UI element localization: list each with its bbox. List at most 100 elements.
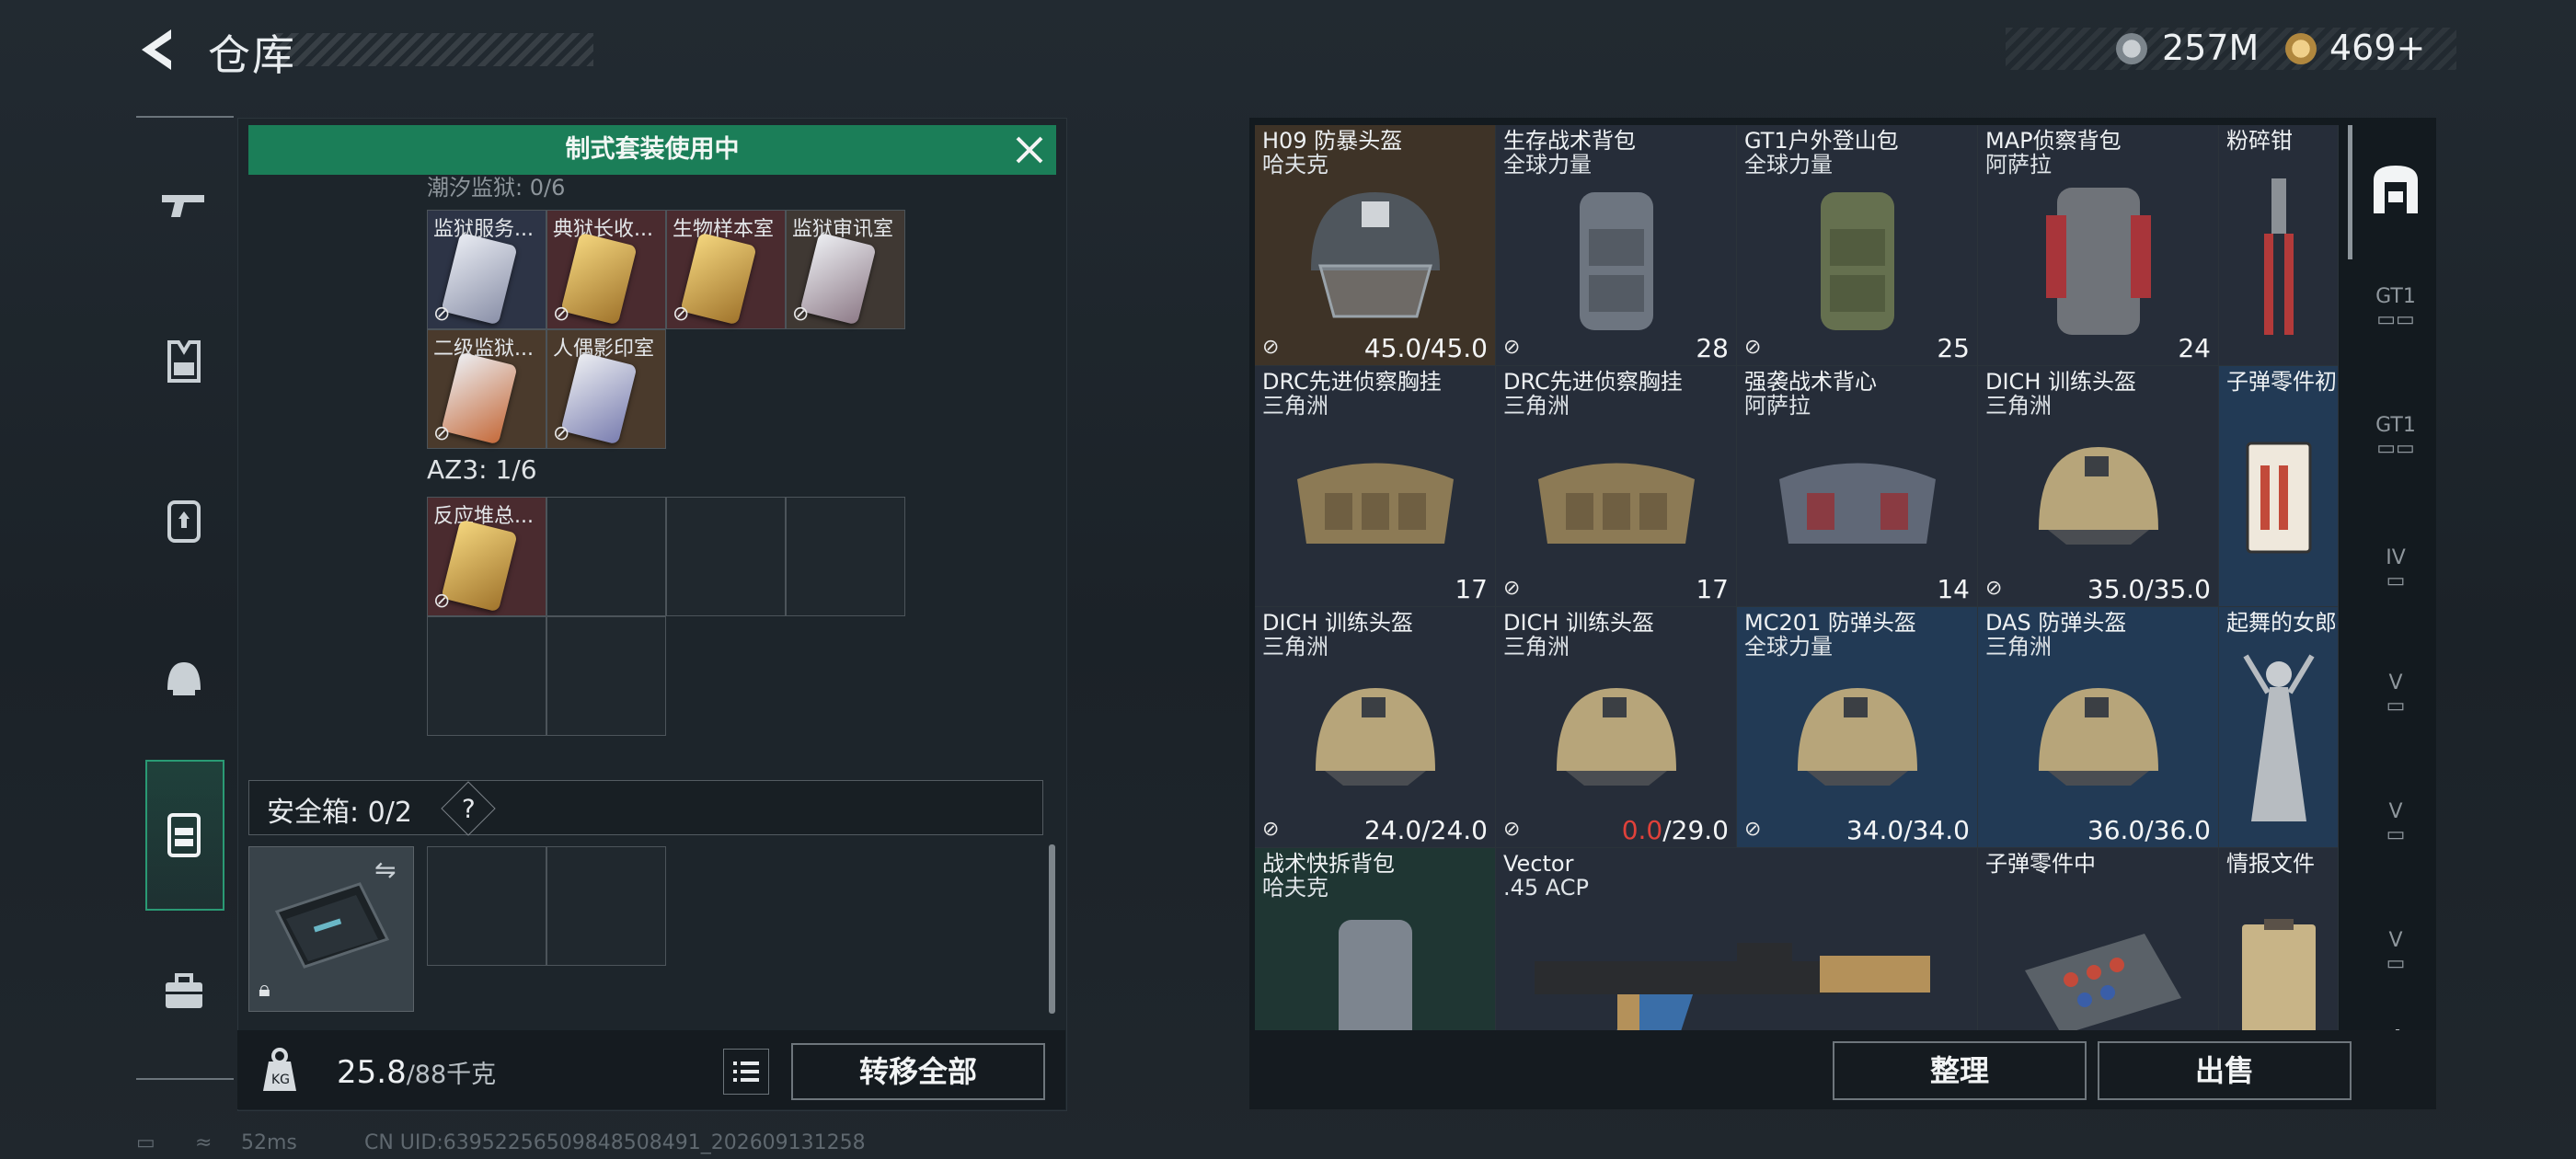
backpack-icon	[167, 500, 201, 543]
nav-divider	[136, 116, 234, 118]
inventory-item[interactable]: DICH 训练头盔 三角洲 0.0/29.0 ⊘	[1496, 607, 1737, 848]
key-card-slot[interactable]: 监狱审讯室 ⊘	[786, 210, 905, 329]
inventory-item[interactable]: DICH 训练头盔 三角洲 35.0/35.0 ⊘	[1978, 366, 2219, 607]
transfer-all-button[interactable]: 转移全部	[791, 1043, 1045, 1100]
no-insure-icon: ⊘	[1503, 577, 1521, 600]
item-value-text: 14	[1937, 574, 1970, 604]
item-image	[2020, 670, 2177, 811]
safe-slot-empty[interactable]	[427, 846, 546, 966]
nav-container[interactable]	[156, 806, 212, 861]
title-decoration	[276, 33, 593, 66]
inventory-item[interactable]: MAP侦察背包 阿萨拉 24	[1978, 125, 2219, 366]
nav-weapons[interactable]	[156, 177, 212, 232]
side-tab-gt1-icon[interactable]: GT1 ▭▭	[2361, 285, 2431, 340]
no-insure-icon: ⊘	[553, 303, 570, 326]
inventory-item[interactable]: DRC先进侦察胸挂 三角洲 17 ⊘	[1496, 366, 1737, 607]
battery-icon: ▭	[136, 1131, 155, 1154]
inventory-item[interactable]: 起舞的女郎	[2219, 607, 2339, 848]
swap-icon[interactable]: ⇋	[374, 855, 408, 885]
item-image	[2251, 169, 2306, 348]
key-card-label: 生物样本室	[673, 218, 775, 241]
item-subtitle: 全球力量	[1744, 153, 1833, 178]
ping-text: 52ms	[241, 1131, 297, 1154]
key-card-slot[interactable]: 人偶影印室 ⊘	[546, 329, 666, 449]
az3-slot-empty[interactable]	[786, 497, 905, 616]
item-image	[1288, 178, 1463, 339]
item-name: DICH 训练头盔	[1503, 611, 1654, 636]
weight-capacity: /88千克	[406, 1061, 497, 1089]
inventory-item[interactable]: DAS 防弹头盔 三角洲 36.0/36.0	[1978, 607, 2219, 848]
list-view-button[interactable]	[723, 1049, 769, 1095]
key-card-slot[interactable]: 生物样本室 ⊘	[666, 210, 786, 329]
key-card-label: 人偶影印室	[553, 338, 655, 361]
inventory-item[interactable]: MC201 防弹头盔 全球力量 34.0/34.0 ⊘	[1737, 607, 1978, 848]
item-name: MC201 防弹头盔	[1744, 611, 1916, 636]
inventory-item[interactable]: 子弹零件初	[2219, 366, 2339, 607]
inventory-item[interactable]: 生存战术背包 全球力量 28 ⊘	[1496, 125, 1737, 366]
item-name: GT1户外登山包	[1744, 129, 1899, 154]
az3-slot-empty[interactable]	[546, 616, 666, 736]
inventory-item[interactable]: DRC先进侦察胸挂 三角洲 17	[1255, 366, 1496, 607]
right-scrollbar[interactable]	[2348, 125, 2352, 259]
sell-button[interactable]: 出售	[2098, 1041, 2352, 1100]
no-insure-icon: ⊘	[1503, 336, 1521, 359]
no-insure-icon: ⊘	[1262, 336, 1280, 359]
inventory-item[interactable]: 子弹零件中	[1978, 848, 2219, 1030]
item-value-text: 24.0/24.0	[1363, 815, 1488, 845]
az3-slot-empty[interactable]	[546, 497, 666, 616]
nav-backpack[interactable]	[156, 491, 212, 546]
item-image	[1297, 670, 1454, 811]
key-card-slot[interactable]: 典狱长收... ⊘	[546, 210, 666, 329]
item-image	[2007, 915, 2191, 1030]
item-value-text: 24	[2178, 333, 2211, 363]
key-card-label: 二级监狱...	[433, 338, 534, 361]
inventory-item[interactable]: 强袭战术背心 阿萨拉 14	[1737, 366, 1978, 607]
side-tab-v1-icon[interactable]: V ▭	[2361, 671, 2431, 727]
item-name: 战术快拆背包	[1262, 852, 1395, 877]
wifi-icon: ≈	[195, 1131, 213, 1154]
back-button[interactable]	[134, 26, 182, 74]
organize-button[interactable]: 整理	[1833, 1041, 2087, 1100]
left-scrollbar[interactable]	[1049, 844, 1055, 1014]
key-card-slot[interactable]: 监狱服务... ⊘	[427, 210, 546, 329]
key-card-slot[interactable]: 二级监狱... ⊘	[427, 329, 546, 449]
inventory-item[interactable]: 情报文件	[2219, 848, 2339, 1030]
list-icon	[733, 1061, 759, 1082]
item-name: 子弹零件中	[1985, 852, 2096, 877]
weight-readout: 25.8/88千克	[337, 1054, 496, 1091]
inventory-item[interactable]: H09 防暴头盔 哈夫克 45.0/45.0 ⊘	[1255, 125, 1496, 366]
nav-toolbox[interactable]	[156, 964, 212, 1019]
item-value: 36.0/36.0	[2087, 815, 2211, 845]
inventory-item[interactable]: Vector .45 ACP	[1496, 848, 1978, 1030]
az3-slot-empty[interactable]	[427, 616, 546, 736]
loadout-banner-text: 制式套装使用中	[565, 135, 740, 164]
inventory-item[interactable]: 粉碎钳	[2219, 125, 2339, 366]
az3-slot[interactable]: 反应堆总... ⊘	[427, 497, 546, 616]
nav-helmet[interactable]	[156, 649, 212, 705]
item-value-text: /29.0	[1662, 815, 1729, 845]
safe-box-container[interactable]: ⇋ 🔒︎	[248, 846, 414, 1012]
item-subtitle: 三角洲	[1985, 394, 2052, 419]
inventory-item[interactable]: GT1户外登山包 全球力量 25 ⊘	[1737, 125, 1978, 366]
key-card-label: 监狱审讯室	[792, 218, 894, 241]
side-tab-v2-icon[interactable]: V ▭	[2361, 800, 2431, 855]
close-banner-button[interactable]	[1010, 131, 1049, 169]
az3-slot-empty[interactable]	[666, 497, 786, 616]
item-value: 24.0/24.0	[1364, 815, 1488, 845]
nav-armor[interactable]	[156, 333, 212, 388]
side-tab-gt2-icon[interactable]: GT1 ▭▭	[2361, 414, 2431, 469]
side-tab-all[interactable]	[2361, 155, 2431, 224]
warehouse-grid: H09 防暴头盔 哈夫克 45.0/45.0 ⊘ 生存战术背包 全球力量 28 ⊘ GT1户外登…	[1255, 125, 2340, 1030]
item-name: 强袭战术背心	[1744, 370, 1877, 395]
inventory-item[interactable]: DICH 训练头盔 三角洲 24.0/24.0 ⊘	[1255, 607, 1496, 848]
inventory-item[interactable]: 战术快拆背包 哈夫克	[1255, 848, 1496, 1030]
item-image	[1538, 670, 1695, 811]
uid-text: CN UID:63952256509848508491_202609131258	[364, 1131, 866, 1154]
safe-box-label: 安全箱: 0/2	[267, 797, 412, 829]
silver-coin-icon	[2116, 33, 2147, 64]
safe-slot-empty[interactable]	[546, 846, 666, 966]
silver-currency-value: 257M	[2162, 28, 2260, 68]
side-tab-iv-icon[interactable]: IV ▭	[2361, 546, 2431, 602]
side-tab-v3-icon[interactable]: V ▭	[2361, 929, 2431, 984]
key-card-label: 监狱服务...	[433, 218, 534, 241]
